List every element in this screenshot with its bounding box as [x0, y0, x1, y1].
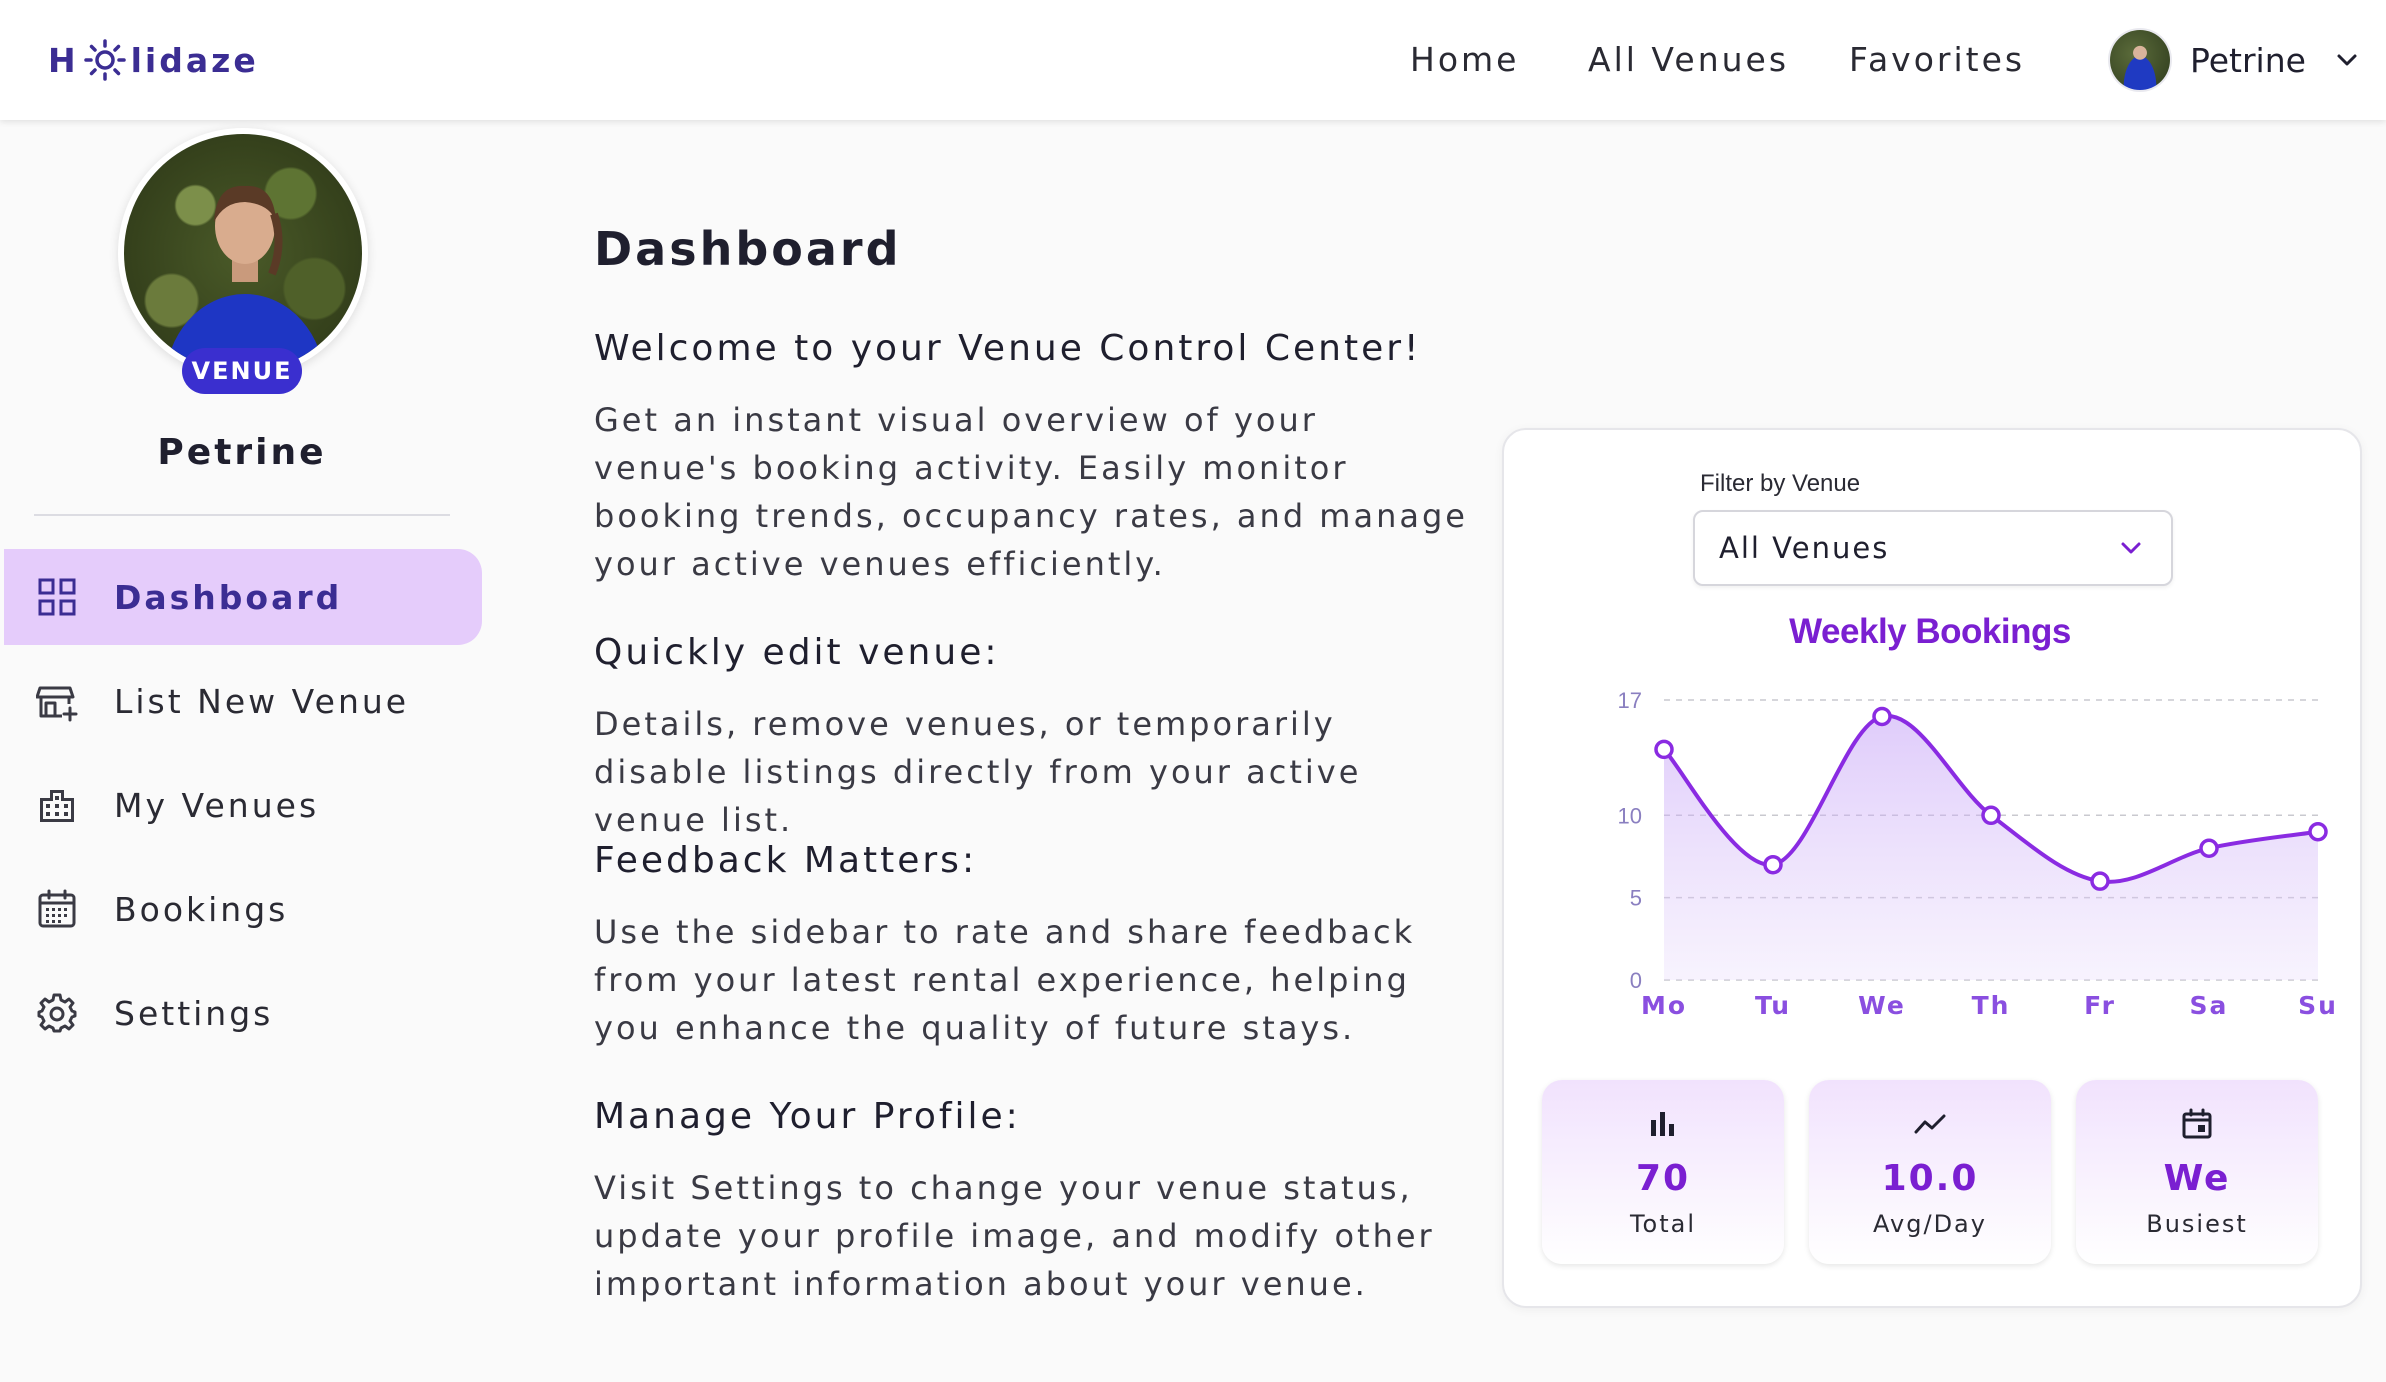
y-tick-label: 10 [1618, 803, 1642, 828]
filter-label: Filter by Venue [1700, 470, 1861, 497]
x-tick-label: Sa [2190, 991, 2229, 1020]
grid-icon [38, 578, 76, 616]
section-body: Details, remove venues, or temporarily d… [594, 705, 1362, 839]
stat-label: Total [1629, 1210, 1697, 1238]
holidaze-logo[interactable]: H lidaze [48, 38, 259, 82]
x-tick-label: Su [2298, 991, 2338, 1020]
sidebar-divider [34, 514, 450, 516]
x-tick-label: Fr [2084, 991, 2116, 1020]
chart-title: Weekly Bookings [1789, 612, 2071, 651]
sidebar-item-label: My Venues [114, 785, 320, 825]
building-icon [40, 790, 74, 822]
nav-all-venues-link[interactable]: All Venues [1588, 38, 1789, 82]
user-avatar [2110, 30, 2170, 90]
sidebar-item-bookings[interactable]: Bookings [4, 861, 482, 957]
calendar-day-icon [2182, 1108, 2212, 1139]
sidebar-item-label: Bookings [114, 889, 289, 929]
top-navbar: H lidaze Home All Venues Favorites Petri… [0, 0, 2386, 120]
data-point [2308, 822, 2328, 842]
venue-filter-select[interactable]: All Venues [1693, 510, 2173, 586]
profile-picture [118, 128, 368, 378]
y-tick-label: 5 [1630, 886, 1642, 911]
x-tick-label: Tu [1755, 991, 1791, 1020]
sidebar-item-label: Dashboard [114, 577, 343, 617]
y-tick-label: 0 [1630, 968, 1642, 993]
chevron-down-icon [2121, 542, 2141, 554]
x-tick-label: We [1858, 991, 1906, 1020]
stat-label: Avg/Day [1873, 1210, 1987, 1238]
store-plus-icon [36, 686, 78, 722]
calendar-icon [38, 889, 76, 928]
section-body: Use the sidebar to rate and share feedba… [594, 913, 1416, 1047]
data-point [2090, 871, 2110, 891]
x-tick-label: Mo [1641, 991, 1687, 1020]
sidebar-item-my-venues[interactable]: My Venues [4, 757, 482, 853]
stat-busiest: We Busiest [2076, 1080, 2318, 1264]
section-heading: Quickly edit venue: [594, 632, 1000, 673]
sidebar-item-list-new-venue[interactable]: List New Venue [4, 653, 482, 749]
stat-value: We [2163, 1158, 2231, 1199]
page-title: Dashboard [594, 222, 902, 276]
logo-text-left: H [48, 40, 79, 80]
data-point [1763, 854, 1783, 875]
stat-value: 70 [1635, 1158, 1691, 1199]
profile-name: Petrine [157, 432, 327, 473]
role-badge: VENUE [182, 348, 302, 394]
trend-line-icon [1914, 1114, 1946, 1134]
user-name: Petrine [2190, 40, 2306, 80]
user-menu[interactable]: Petrine [2110, 28, 2358, 92]
stat-avg-day: 10.0 Avg/Day [1809, 1080, 2051, 1264]
y-tick-label: 17 [1618, 688, 1642, 713]
sidebar-item-settings[interactable]: Settings [4, 965, 482, 1061]
venue-filter-value: All Venues [1719, 531, 1890, 565]
sidebar-item-dashboard[interactable]: Dashboard [4, 549, 482, 645]
sun-icon [83, 39, 126, 81]
sidebar-item-label: List New Venue [114, 681, 410, 721]
logo-text-right: lidaze [130, 40, 259, 80]
section-body: Visit Settings to change your venue stat… [594, 1169, 1435, 1303]
stat-value: 10.0 [1881, 1158, 1979, 1199]
data-point [1981, 805, 2001, 826]
chevron-down-icon [2337, 54, 2357, 66]
profile-photo [124, 134, 362, 372]
data-point [2199, 838, 2219, 858]
section-heading: Welcome to your Venue Control Center! [594, 328, 1422, 369]
section-body: Get an instant visual overview of your v… [594, 401, 1468, 583]
section-heading: Feedback Matters: [594, 840, 978, 881]
weekly-bookings-chart: 0 5 10 17 Mo Tu We Th Fr Sa Su [1618, 688, 2338, 1020]
data-point [1654, 739, 1674, 760]
stat-total: 70 Total [1542, 1080, 1784, 1264]
x-tick-label: Th [1972, 991, 2011, 1020]
stat-label: Busiest [2146, 1210, 2248, 1238]
nav-home-link[interactable]: Home [1410, 38, 1519, 82]
data-point [1872, 706, 1892, 727]
section-heading: Manage Your Profile: [594, 1096, 1021, 1137]
gear-icon [37, 993, 77, 1033]
sidebar-item-label: Settings [114, 993, 274, 1033]
bar-chart-icon [1651, 1112, 1674, 1136]
nav-favorites-link[interactable]: Favorites [1849, 38, 2025, 82]
